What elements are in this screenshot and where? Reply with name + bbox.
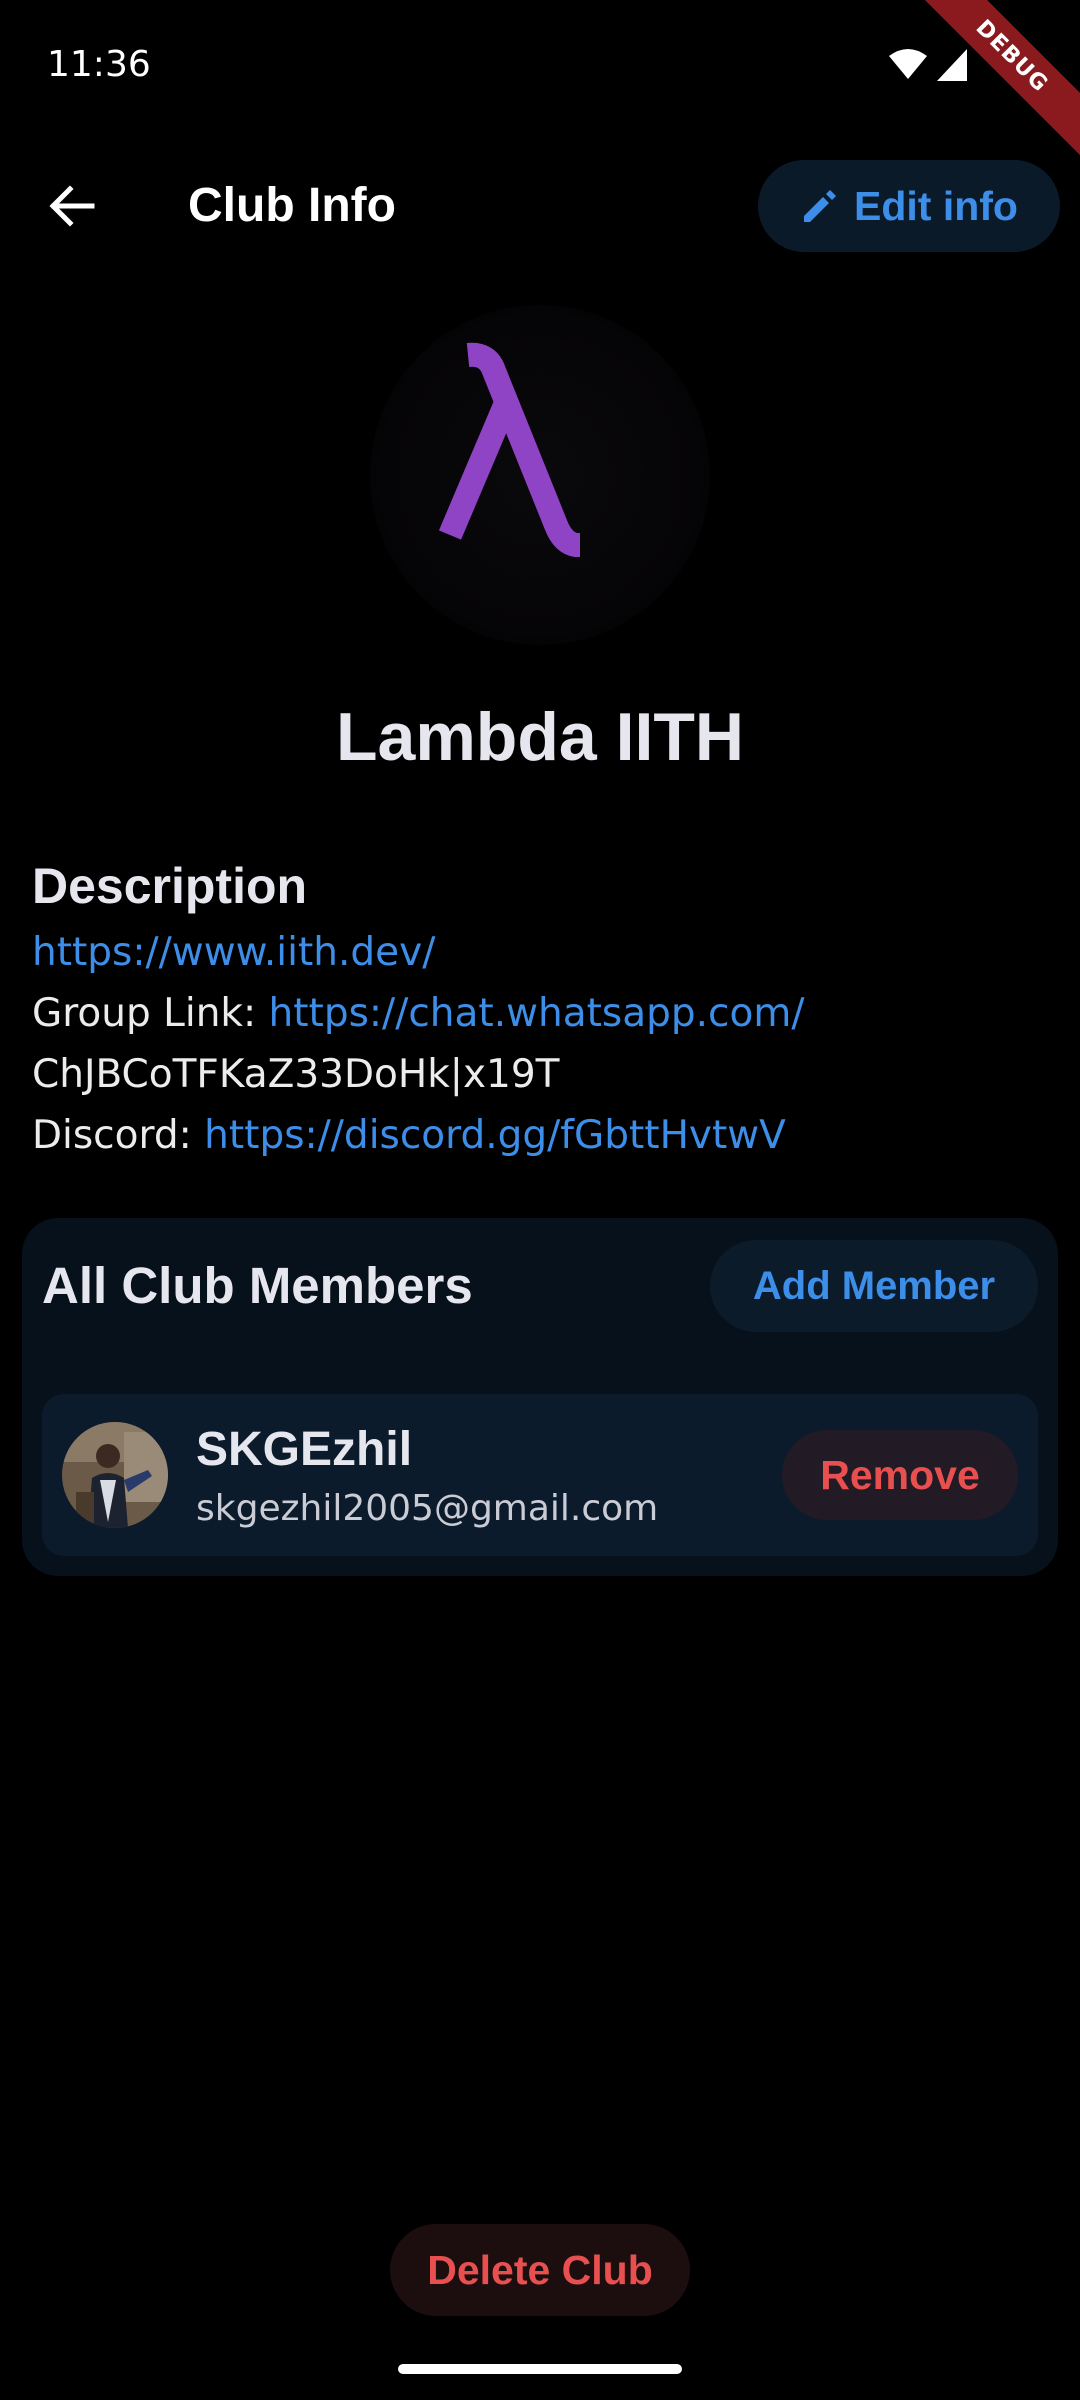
- member-name: SKGEzhil: [196, 1423, 413, 1476]
- club-logo: [370, 305, 710, 645]
- remove-member-button[interactable]: Remove: [782, 1430, 1018, 1520]
- avatar-photo: [62, 1422, 168, 1528]
- discord-link[interactable]: https://discord.gg/fGbttHvtwV: [204, 1113, 786, 1158]
- website-link[interactable]: https://www.iith.dev/: [32, 930, 435, 975]
- debug-banner: DEBUG: [904, 0, 1080, 164]
- delete-club-button[interactable]: Delete Club: [390, 2224, 690, 2316]
- group-link-line: Group Link: https://chat.whatsapp.com/: [32, 983, 1052, 1044]
- group-link-url[interactable]: https://chat.whatsapp.com/: [269, 991, 805, 1036]
- lambda-logo: [438, 342, 580, 557]
- wifi-icon: [889, 49, 927, 79]
- home-indicator[interactable]: [398, 2364, 682, 2374]
- member-list-item[interactable]: SKGEzhil skgezhil2005@gmail.com Remove: [42, 1394, 1038, 1556]
- page-title: Club Info: [188, 179, 396, 232]
- edit-info-label: Edit info: [854, 182, 1018, 229]
- members-card: All Club Members Add Member SKGEzhil skg…: [22, 1218, 1058, 1576]
- group-link-label: Group Link:: [32, 991, 269, 1036]
- discord-line: Discord: https://discord.gg/fGbttHvtwV: [32, 1105, 1052, 1166]
- website-line: https://www.iith.dev/: [32, 922, 1052, 983]
- pencil-icon: [804, 190, 837, 222]
- status-time: 11:36: [47, 44, 151, 85]
- description-heading: Description: [32, 858, 308, 914]
- arrow-back-icon: [49, 185, 95, 227]
- member-email: skgezhil2005@gmail.com: [196, 1488, 659, 1529]
- back-button[interactable]: [30, 172, 114, 240]
- avatar: [62, 1422, 168, 1528]
- cellular-signal-icon: [937, 49, 967, 81]
- app-bar: Club Info Edit info: [0, 150, 1080, 262]
- status-bar: 11:36 DEBUG: [0, 0, 1080, 164]
- group-link-url-tail: ChJBCoTFKaZ33DoHk|x19T: [32, 1052, 560, 1097]
- add-member-button[interactable]: Add Member: [710, 1240, 1038, 1332]
- members-title: All Club Members: [42, 1257, 473, 1314]
- group-link-continuation: ChJBCoTFKaZ33DoHk|x19T: [32, 1044, 1052, 1105]
- edit-info-button[interactable]: Edit info: [758, 160, 1060, 252]
- discord-label: Discord:: [32, 1113, 205, 1158]
- club-name: Lambda IITH: [335, 699, 745, 775]
- description-section: Description https://www.iith.dev/ Group …: [32, 856, 1052, 1166]
